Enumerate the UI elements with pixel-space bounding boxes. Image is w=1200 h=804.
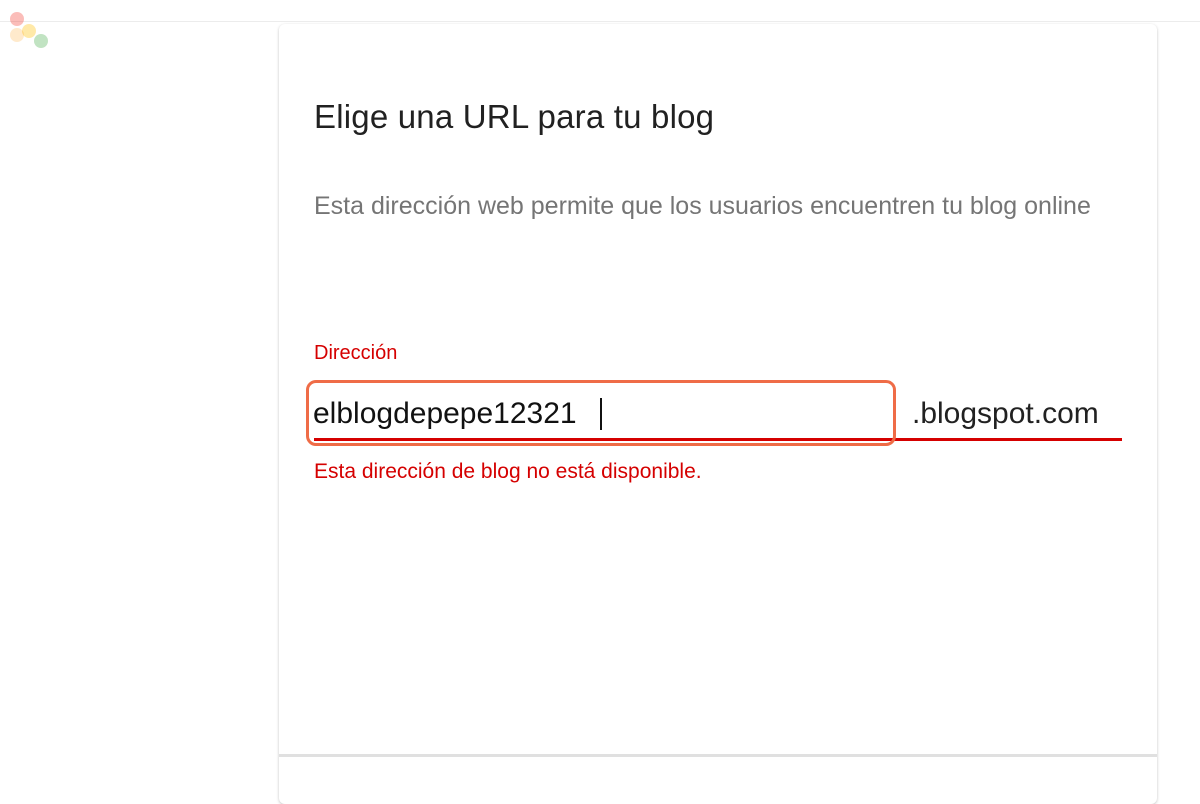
dialog-description: Esta dirección web permite que los usuar… <box>314 192 1091 220</box>
address-label: Dirección <box>314 342 398 364</box>
top-border <box>0 0 1200 22</box>
input-highlight-box <box>306 380 896 446</box>
dialog-title: Elige una URL para tu blog <box>314 98 715 135</box>
url-dialog: Elige una URL para tu blog Esta direcció… <box>279 24 1157 804</box>
address-suffix: .blogspot.com <box>912 397 1099 430</box>
footer-divider <box>279 754 1157 757</box>
address-error-message: Esta dirección de blog no está disponibl… <box>314 460 702 483</box>
logo-watermark-icon <box>8 12 60 60</box>
